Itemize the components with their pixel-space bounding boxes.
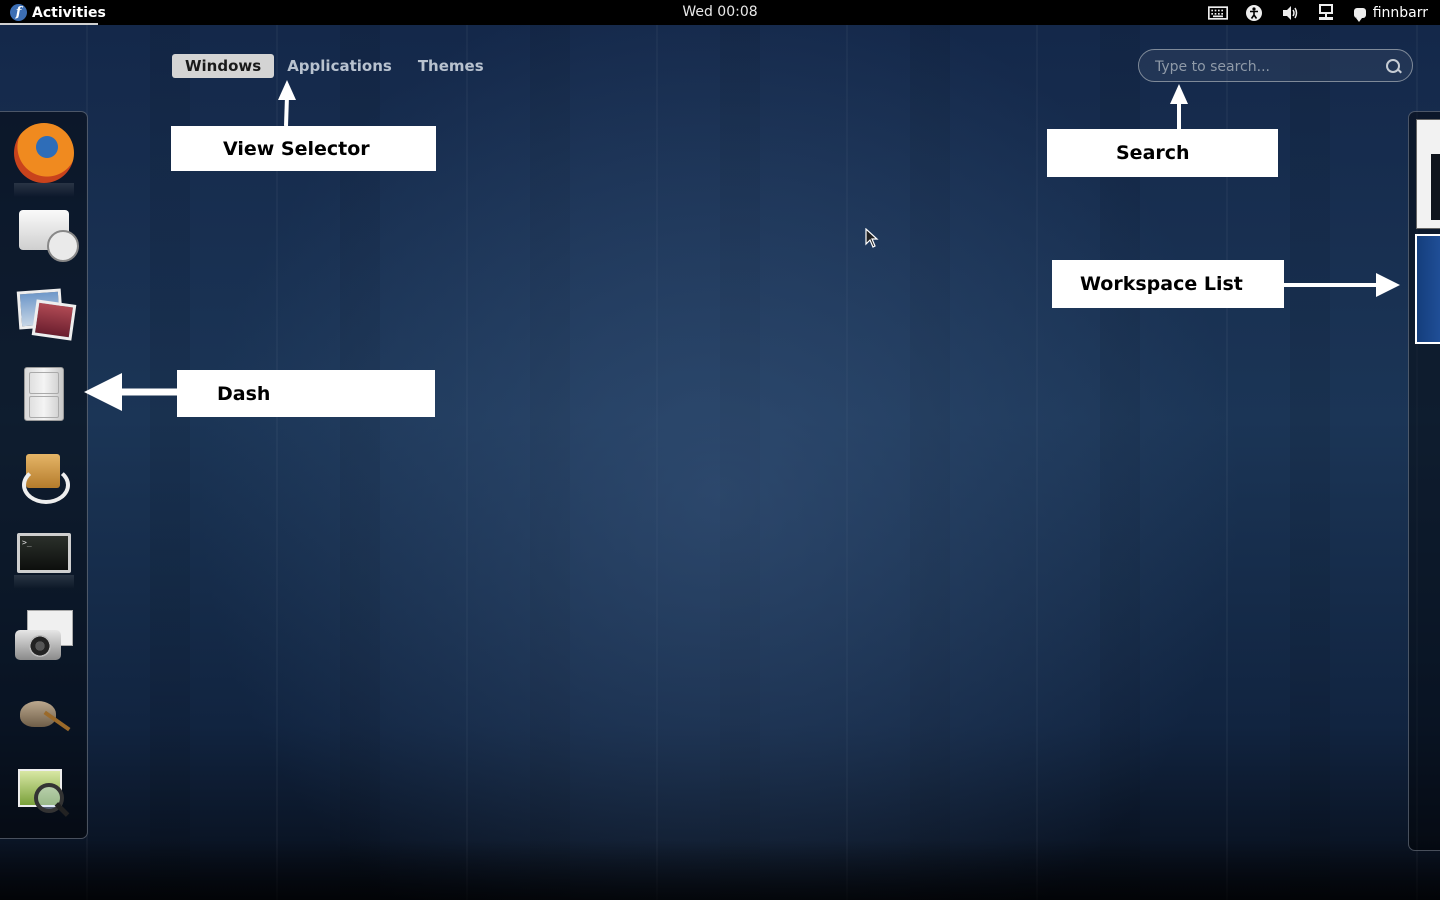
dash-item-software-update[interactable]	[14, 446, 74, 506]
image-viewer-icon	[16, 767, 72, 823]
annotation-search: Search	[1047, 129, 1278, 177]
tab-applications[interactable]: Applications	[274, 54, 405, 78]
annotation-view-selector: View Selector	[171, 126, 436, 171]
user-name: finnbarr	[1372, 4, 1428, 21]
dash-item-terminal[interactable]: >_	[14, 523, 74, 583]
view-selector: Windows Applications Themes	[172, 54, 497, 78]
icon-reflection	[14, 183, 74, 197]
screenshot-icon	[15, 610, 73, 660]
evolution-mail-icon	[19, 210, 79, 262]
terminal-icon: >_	[17, 533, 71, 573]
dash-item-evolution[interactable]	[14, 203, 79, 263]
keyboard-icon[interactable]	[1207, 4, 1228, 22]
file-cabinet-icon	[24, 367, 64, 421]
activities-button[interactable]: f Activities	[10, 0, 106, 25]
volume-icon[interactable]	[1280, 4, 1300, 22]
chat-status-icon	[1353, 7, 1366, 22]
annotation-workspace-list: Workspace List	[1052, 260, 1284, 308]
dash-item-gimp[interactable]	[14, 685, 74, 745]
workspace-thumbnail-1[interactable]	[1416, 119, 1440, 229]
accessibility-icon[interactable]	[1244, 4, 1264, 22]
desktop-bottom-shade	[0, 840, 1440, 900]
dash-item-files[interactable]	[14, 364, 74, 424]
software-update-icon	[20, 452, 70, 504]
dash-item-firefox[interactable]	[14, 123, 74, 183]
status-tray: finnbarr	[1200, 0, 1428, 25]
dash-item-image-viewer[interactable]	[14, 765, 74, 825]
activities-underline	[0, 23, 98, 25]
search-input[interactable]	[1153, 56, 1377, 78]
dash-item-photos[interactable]	[14, 283, 77, 343]
mouse-cursor-icon	[865, 228, 879, 248]
user-menu[interactable]: finnbarr	[1353, 4, 1428, 22]
firefox-icon	[14, 123, 74, 183]
search-icon[interactable]	[1386, 59, 1400, 73]
annotation-dash: Dash	[177, 370, 435, 417]
icon-reflection	[14, 575, 74, 589]
gimp-icon	[16, 693, 72, 737]
search-box	[1138, 49, 1413, 82]
clock-badge-icon	[47, 230, 79, 262]
workspace-thumbnail-2[interactable]	[1415, 234, 1440, 344]
tab-themes[interactable]: Themes	[405, 54, 497, 78]
fedora-logo-icon: f	[10, 4, 27, 21]
top-bar: f Activities Wed 00:08 finnbarr	[0, 0, 1440, 25]
dash-item-screenshot[interactable]	[14, 605, 74, 665]
network-icon[interactable]	[1316, 3, 1336, 22]
photos-icon	[16, 288, 77, 341]
tab-windows[interactable]: Windows	[172, 54, 275, 78]
activities-label: Activities	[32, 4, 106, 21]
